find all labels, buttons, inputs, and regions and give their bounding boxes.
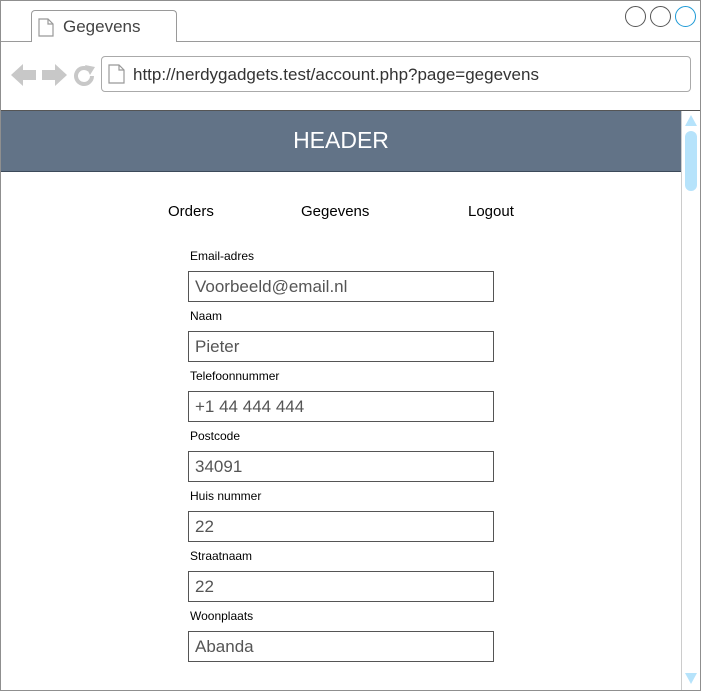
postcode-field[interactable] <box>188 451 494 482</box>
menu-link-gegevens[interactable]: Gegevens <box>301 203 369 220</box>
name-label: Naam <box>190 309 223 323</box>
browser-tab[interactable]: Gegevens <box>31 10 177 43</box>
reload-icon[interactable] <box>72 64 96 88</box>
scroll-down-arrow-icon[interactable] <box>685 673 697 684</box>
header-title: HEADER <box>293 127 389 153</box>
vertical-scrollbar[interactable] <box>681 111 700 690</box>
email-field[interactable] <box>188 271 494 302</box>
address-bar[interactable]: http://nerdygadgets.test/account.php?pag… <box>101 56 691 92</box>
house-number-label: Huis nummer <box>190 489 262 503</box>
url-text: http://nerdygadgets.test/account.php?pag… <box>133 65 539 84</box>
close-button[interactable] <box>675 6 696 27</box>
email-label: Email-adres <box>190 249 255 263</box>
phone-label: Telefoonnummer <box>190 369 280 383</box>
menu-link-orders[interactable]: Orders <box>168 203 214 220</box>
page-icon <box>108 64 125 84</box>
house-number-field[interactable] <box>188 511 494 542</box>
postcode-label: Postcode <box>190 429 241 443</box>
forward-arrow-icon[interactable] <box>41 64 67 86</box>
minimize-button[interactable] <box>625 6 646 27</box>
city-field[interactable] <box>188 631 494 662</box>
tab-title: Gegevens <box>63 17 141 36</box>
restore-button[interactable] <box>650 6 671 27</box>
page-content: HEADER Orders Gegevens Logout Email-adre… <box>1 111 681 690</box>
menu-link-logout[interactable]: Logout <box>468 203 514 220</box>
name-field[interactable] <box>188 331 494 362</box>
document-icon <box>38 18 54 37</box>
street-field[interactable] <box>188 571 494 602</box>
back-arrow-icon[interactable] <box>11 64 37 86</box>
browser-window: Gegevens http://nerdygadgets.test/accoun… <box>0 0 701 691</box>
scroll-up-arrow-icon[interactable] <box>685 115 697 126</box>
phone-field[interactable] <box>188 391 494 422</box>
navigation-toolbar: http://nerdygadgets.test/account.php?pag… <box>1 42 700 111</box>
page-header: HEADER <box>1 111 681 172</box>
tab-bar: Gegevens <box>1 1 700 43</box>
city-label: Woonplaats <box>190 609 254 623</box>
street-label: Straatnaam <box>190 549 253 563</box>
scroll-thumb[interactable] <box>685 131 697 191</box>
